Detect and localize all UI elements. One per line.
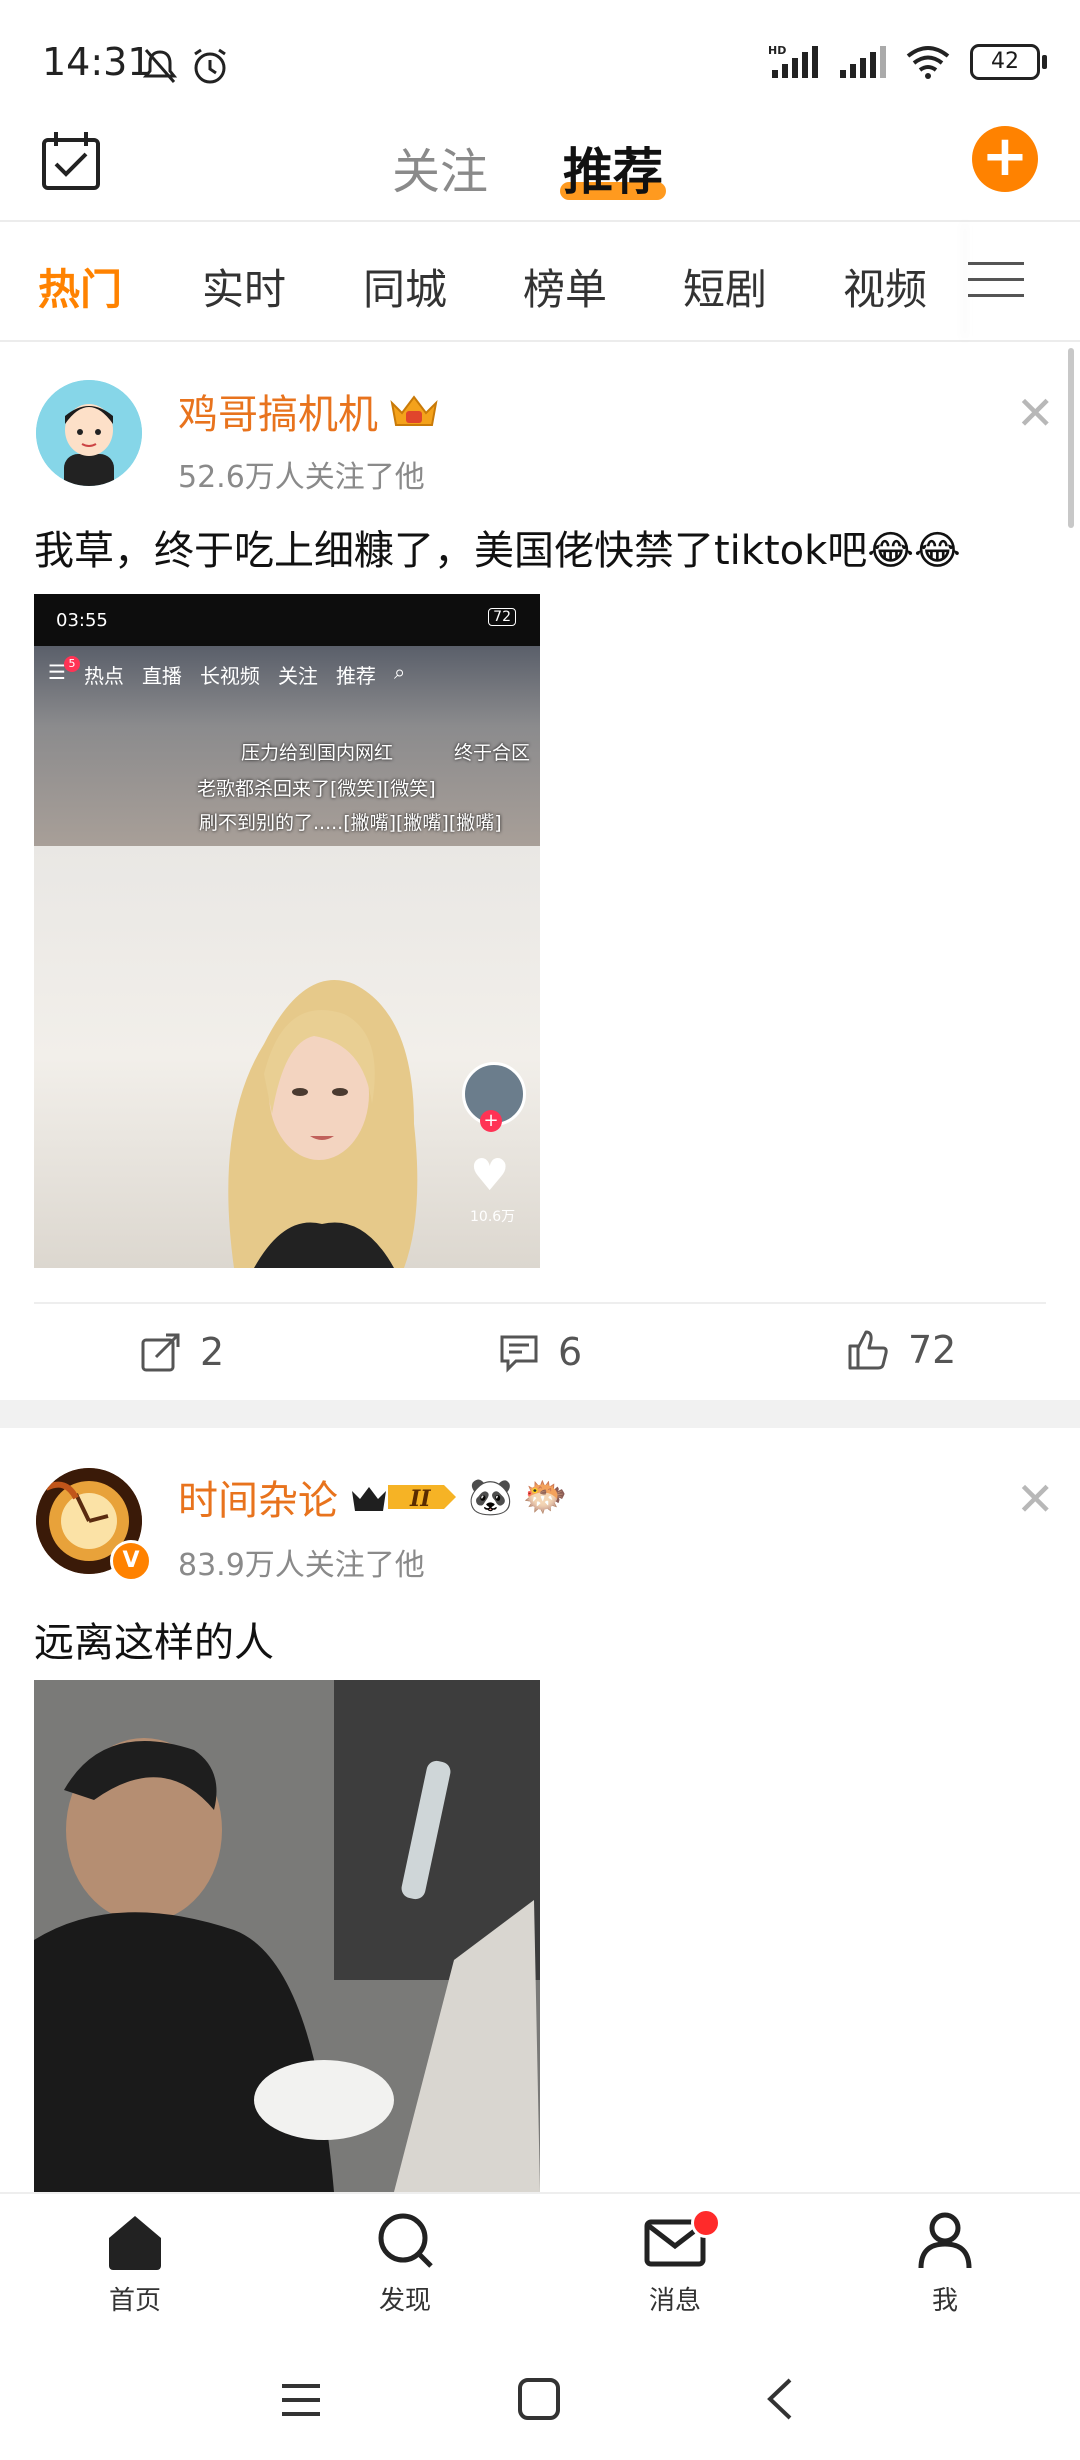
video-danmaku: 老歌都杀回来了[微笑][微笑] <box>197 778 436 800</box>
post-text: 远离这样的人 <box>34 1620 274 1666</box>
video-tab: 长视频 <box>199 664 260 688</box>
category-short-drama[interactable]: 短剧 <box>683 256 767 317</box>
feed-post: V 时间杂论 II 🐼 🐡 83.9万人关注了他 ✕ 远离这样的人 <box>0 1428 1080 2192</box>
bottom-tab-me[interactable]: 我 <box>885 2212 1005 2317</box>
category-tabs: 热门 实时 同城 榜单 短剧 视频 <box>0 222 1080 342</box>
video-heart-icon: ♥ <box>470 1150 510 1201</box>
author-row: 鸡哥搞机机 <box>178 382 440 440</box>
post-video-thumbnail[interactable]: 03:55 72 ☰ 热点 直播 长视频 关注 推荐 ⌕ 5 压力给到国内网红 … <box>34 594 540 1268</box>
post-separator <box>0 1400 1080 1428</box>
panda-icon: 🐼 <box>468 1477 513 1518</box>
video-tab: 推荐 <box>335 664 376 688</box>
category-video[interactable]: 视频 <box>843 256 927 317</box>
back-icon[interactable] <box>762 2376 798 2426</box>
video-search-icon: ⌕ <box>393 660 406 684</box>
calendar-check-icon[interactable] <box>40 130 102 196</box>
post-divider <box>34 1302 1046 1304</box>
mute-icon <box>140 46 180 90</box>
tab-recommend[interactable]: 推荐 <box>563 132 663 204</box>
video-tab: 直播 <box>141 664 182 688</box>
video-app-tabs: ☰ 热点 直播 长视频 关注 推荐 ⌕ <box>48 660 405 689</box>
close-icon[interactable]: ✕ <box>1016 386 1055 440</box>
category-ranking[interactable]: 榜单 <box>523 256 607 317</box>
video-danmaku: 终于合区 <box>454 742 531 764</box>
post-image[interactable] <box>34 1680 540 2192</box>
category-menu-icon[interactable] <box>968 262 1024 310</box>
repost-button[interactable]: 2 <box>140 1330 224 1374</box>
video-tab: 热点 <box>83 664 124 688</box>
video-time: 03:55 <box>56 610 108 631</box>
video-tab: 关注 <box>277 664 318 688</box>
bottom-tab-label: 我 <box>931 2286 958 2316</box>
wifi-icon <box>906 46 950 79</box>
bottom-tab-home[interactable]: 首页 <box>75 2212 195 2317</box>
signal-icon <box>840 46 886 78</box>
svg-text:HD: HD <box>768 44 786 57</box>
comment-icon <box>500 1335 538 1373</box>
author-name[interactable]: 鸡哥搞机机 <box>178 382 378 440</box>
video-danmaku: 压力给到国内网红 <box>241 742 394 764</box>
status-bar: 14:31 HD 42 <box>0 0 1080 120</box>
like-count: 72 <box>908 1328 957 1372</box>
verified-badge-icon: V <box>110 1540 152 1582</box>
video-follow-plus-icon: + <box>480 1110 502 1132</box>
bottom-tab-messages[interactable]: 消息 <box>615 2208 735 2317</box>
post-text: 我草，终于吃上细糠了，美国佬快禁了tiktok吧😂😂 <box>34 528 961 574</box>
bottom-tab-label: 发现 <box>378 2286 431 2316</box>
category-local[interactable]: 同城 <box>363 256 447 317</box>
bottom-tab-label: 消息 <box>648 2286 701 2316</box>
follower-count: 52.6万人关注了他 <box>178 460 425 495</box>
compose-plus-button[interactable]: + <box>972 126 1038 192</box>
repost-count: 2 <box>200 1330 225 1374</box>
category-hot[interactable]: 热门 <box>38 256 122 317</box>
status-time: 14:31 <box>42 40 152 84</box>
recent-apps-icon[interactable] <box>278 2380 324 2424</box>
member-level-badge-icon: II <box>352 1485 456 1512</box>
category-realtime[interactable]: 实时 <box>202 256 286 317</box>
bottom-tab-bar: 首页 发现 消息 我 <box>0 2192 1080 2344</box>
top-nav: 关注 推荐 + <box>0 120 1080 222</box>
close-icon[interactable]: ✕ <box>1016 1472 1055 1526</box>
svg-text:II: II <box>409 1486 431 1512</box>
author-name[interactable]: 时间杂论 <box>178 1468 338 1526</box>
video-battery-icon: 72 <box>488 608 516 626</box>
profile-icon <box>918 2212 972 2269</box>
home-icon <box>109 2216 161 2270</box>
signal-hd-icon: HD <box>768 44 818 78</box>
alarm-icon <box>190 46 230 90</box>
crown-badge-icon <box>390 395 438 426</box>
video-like-count: 10.6万 <box>470 1209 516 1225</box>
battery-icon: 42 <box>970 44 1047 80</box>
bottom-tab-label: 首页 <box>108 2286 161 2316</box>
home-nav-icon[interactable] <box>516 2376 562 2426</box>
pufferfish-icon: 🐡 <box>522 1477 568 1518</box>
follower-count: 83.9万人关注了他 <box>178 1548 425 1583</box>
author-row: 时间杂论 II 🐼 🐡 <box>178 1468 568 1526</box>
video-notification-badge: 5 <box>64 656 80 672</box>
bottom-tab-discover[interactable]: 发现 <box>345 2212 465 2317</box>
repost-icon <box>141 1333 180 1372</box>
thumbs-up-icon <box>848 1330 888 1370</box>
status-indicators: HD 42 <box>768 44 1047 80</box>
system-nav-bar <box>0 2342 1080 2460</box>
video-status-bar: 03:55 72 <box>34 594 540 646</box>
video-person-image <box>228 980 418 1268</box>
comment-button[interactable]: 6 <box>498 1330 582 1374</box>
like-button[interactable]: 72 <box>846 1328 956 1372</box>
video-danmaku: 刷不到别的了.....[撇嘴][撇嘴][撇嘴] <box>199 812 502 834</box>
search-icon <box>378 2213 433 2268</box>
tab-follow[interactable]: 关注 <box>392 132 488 202</box>
unread-dot <box>691 2208 721 2238</box>
feed-post: 鸡哥搞机机 52.6万人关注了他 ✕ 我草，终于吃上细糠了，美国佬快禁了tikt… <box>0 342 1080 1400</box>
comment-count: 6 <box>558 1330 583 1374</box>
post-photo <box>34 1680 540 2192</box>
avatar[interactable] <box>36 380 142 486</box>
